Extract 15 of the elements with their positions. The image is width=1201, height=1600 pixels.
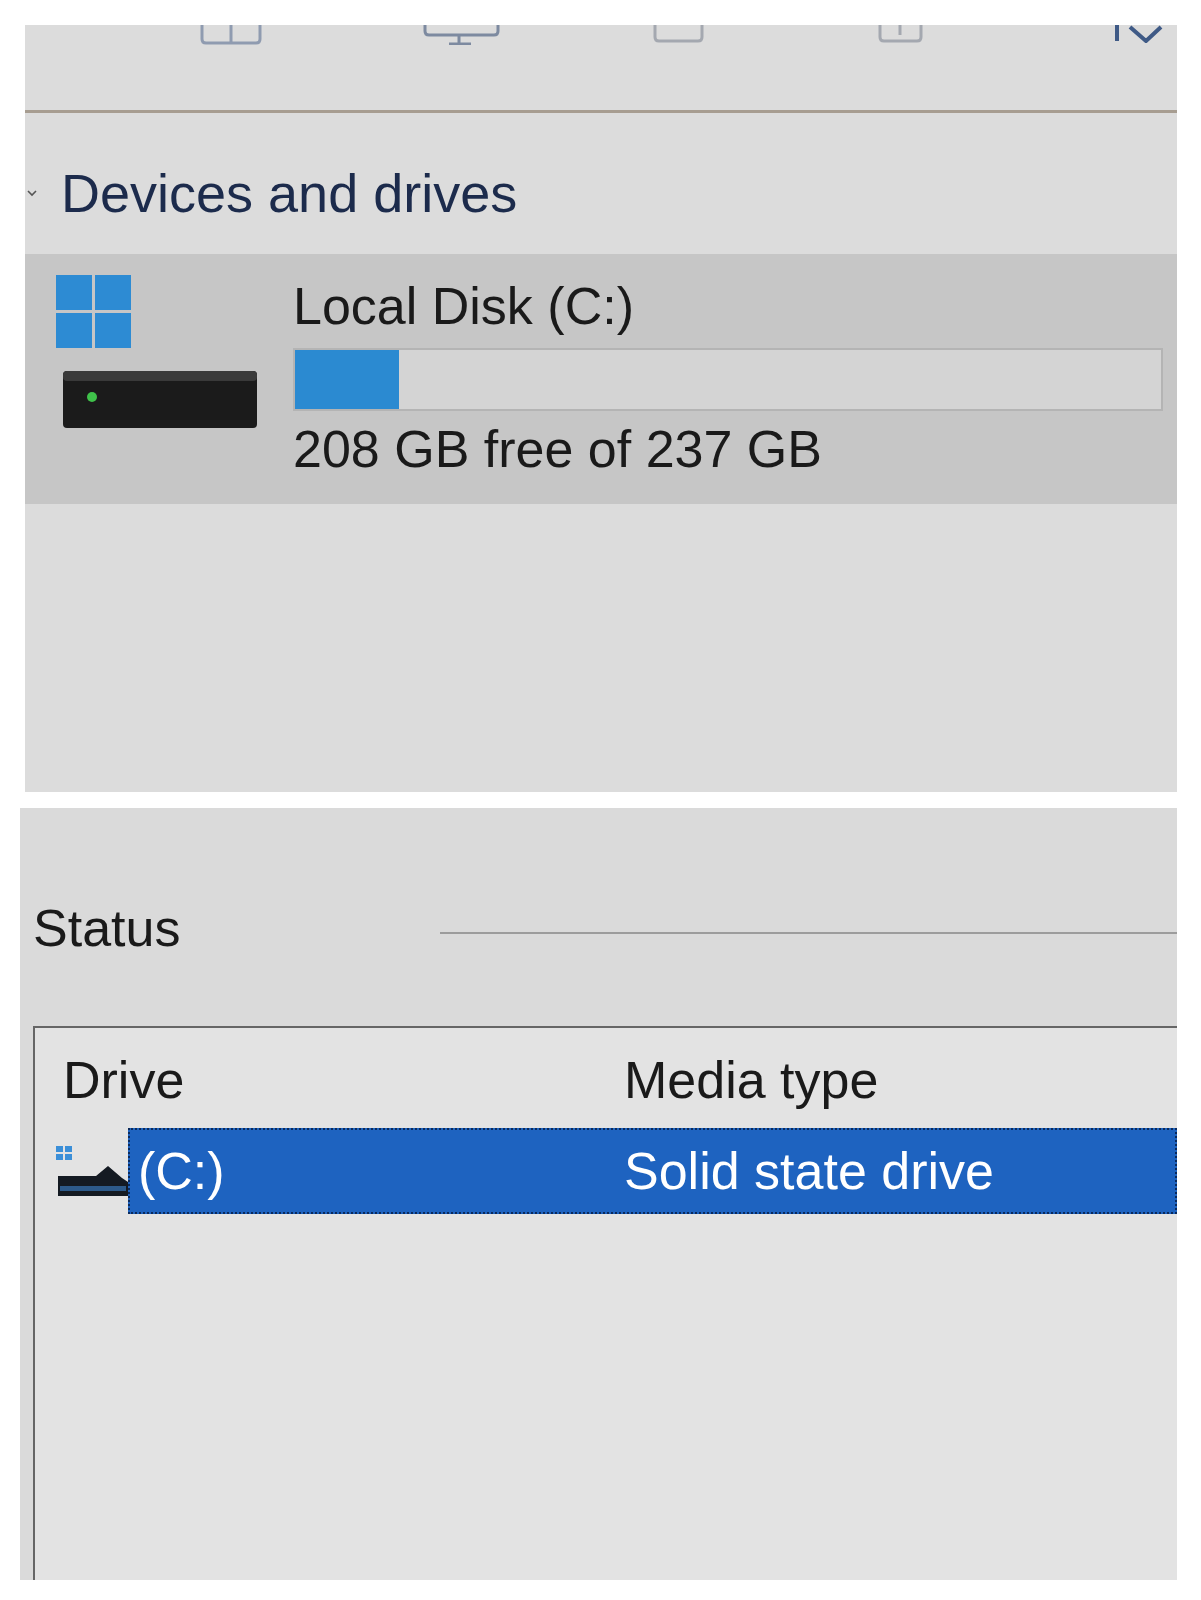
drive-tile[interactable]: Local Disk (C:) 208 GB free of 237 GB [25, 254, 1177, 504]
section-title: Devices and drives [61, 162, 518, 225]
chevron-icon[interactable] [1114, 25, 1163, 43]
monitor-icon[interactable] [423, 25, 500, 45]
table-cell-text: (C:) [137, 1141, 226, 1201]
free-space-text: 208 GB free of 237 GB [293, 419, 822, 479]
group-title: Status [33, 898, 181, 958]
table-row[interactable]: (C:) Solid state drive [128, 1128, 1177, 1214]
drive-name: Local Disk (C:) [293, 276, 634, 336]
chevron-icon[interactable] [27, 188, 37, 198]
column-header[interactable]: Drive [35, 1050, 624, 1110]
disk-drive-icon [56, 275, 257, 428]
column-header[interactable]: Media type [624, 1050, 879, 1110]
table-cell: Solid state drive [624, 1141, 994, 1201]
drive-icon [56, 1146, 128, 1196]
